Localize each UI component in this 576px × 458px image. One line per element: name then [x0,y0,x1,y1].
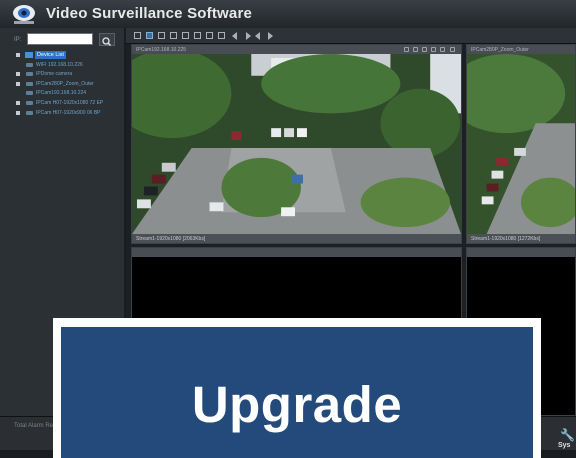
expand-icon[interactable] [16,81,20,86]
folder-icon [25,52,33,58]
layout-1-button[interactable] [134,32,141,39]
record-icon[interactable] [413,47,418,52]
snapshot-icon[interactable] [404,47,409,52]
tree-item-camera[interactable]: IPCam H07-1920x1080 72 EP [12,99,120,109]
layout-4-button[interactable] [146,32,153,39]
camera-icon [26,81,33,86]
pane-footer: Stream1-1920x1080 [1272Kbs] [467,234,575,243]
tree-item-device-list[interactable]: Device List [12,51,120,61]
camera-icon [26,72,33,77]
pane-title: IPCam192.168.10.225 [136,46,187,53]
camera-view-parking-road [467,54,575,234]
camera-view-parking-lot [132,54,461,234]
camera-icon [26,91,33,96]
system-button[interactable]: 🔧 Sys [552,429,576,453]
search-button[interactable] [99,33,115,47]
system-label: Sys [558,442,571,449]
audio-icon[interactable] [422,47,427,52]
pane-header: IPCam192.168.10.225 [132,45,461,54]
pane-title: IPCam280P_Zoom_Outer [471,46,529,53]
camera-feed [132,54,461,234]
video-pane[interactable]: IPCam280P_Zoom_Outer Stream1-1920x1080 [… [466,44,576,244]
collapse-icon[interactable] [16,53,20,57]
title-bar: Video Surveillance Software [0,0,576,29]
tree-item-camera[interactable]: WIFI 192.168.10.226 [12,61,120,71]
camera-feed [467,54,575,234]
pane-footer: Stream1-1920x1080 [2063Kbs] [132,234,461,243]
layout-16-button[interactable] [206,32,213,39]
device-tree: Device List WIFI 192.168.10.226 IPDome c… [12,51,120,118]
fullscreen-button[interactable] [218,32,225,39]
stream-info: Stream1-1920x1080 [1272Kbs] [471,235,541,242]
camera-icon [26,100,33,105]
app-title: Video Surveillance Software [46,5,253,22]
layout-13-button[interactable] [194,32,201,39]
maximize-icon[interactable] [440,47,445,52]
expand-icon[interactable] [16,100,20,105]
nav-arrows-icon[interactable] [232,32,282,40]
camera-icon [26,62,33,67]
video-pane[interactable]: IPCam192.168.10.225 Stream1-1920x1080 [2… [131,44,462,244]
wrench-icon: 🔧 [560,428,575,442]
layout-8-button[interactable] [170,32,177,39]
stream-info: Stream1-1920x1080 [2063Kbs] [136,235,206,242]
layout-6-button[interactable] [158,32,165,39]
camera-icon [26,110,33,115]
pane-header [467,248,575,257]
close-icon[interactable] [450,47,455,52]
layout-9-button[interactable] [182,32,189,39]
pane-header: IPCam280P_Zoom_Outer [467,45,575,54]
tree-item-camera[interactable]: IPCam280P_Zoom_Outer [12,80,120,90]
search-icon [102,37,112,47]
tree-item-camera[interactable]: IPDome camera [12,70,120,80]
upgrade-banner[interactable]: Upgrade [53,318,541,458]
tree-item-camera[interactable]: IPCam192.168.10.224 [12,89,120,99]
layout-toolbar [126,28,576,44]
logo-icon [13,5,35,24]
expand-icon[interactable] [16,110,20,115]
tree-item-camera[interactable]: IPCam H07-1920x900 06 BP [12,109,120,119]
ptz-icon[interactable] [431,47,436,52]
search-input[interactable] [27,33,93,45]
upgrade-text: Upgrade [191,376,403,433]
search-label: IP: [14,37,22,43]
pane-header [132,248,461,257]
upgrade-banner-panel: Upgrade [61,327,533,458]
expand-icon[interactable] [16,72,20,77]
